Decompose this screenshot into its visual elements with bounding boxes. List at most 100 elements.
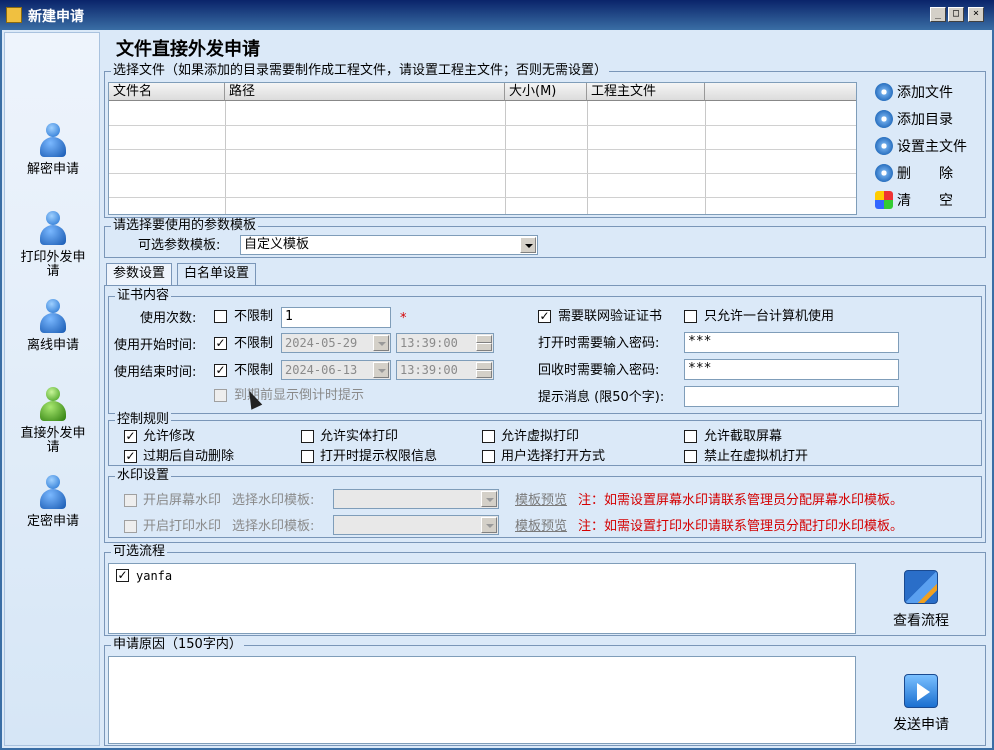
- block-vm-label: 禁止在虚拟机打开: [704, 449, 809, 464]
- print-select-label: 选择水印模板:: [232, 519, 315, 534]
- allow-screenshot-label: 允许截取屏幕: [704, 429, 783, 444]
- watermark-legend: 水印设置: [115, 468, 172, 484]
- print-watermark-note: 注：如需设置打印水印请联系管理员分配打印水印模板。: [578, 519, 904, 534]
- pen-icon: [904, 570, 938, 604]
- screen-watermark-select[interactable]: [333, 489, 499, 509]
- title-bar: 新建申请 _ □ ×: [0, 0, 994, 30]
- col-project-main[interactable]: 工程主文件: [587, 83, 705, 101]
- screen-preview-link[interactable]: 模板预览: [515, 493, 567, 509]
- add-file-button[interactable]: 添加文件: [875, 83, 953, 103]
- disc-icon: [875, 164, 893, 182]
- maximize-button[interactable]: □: [948, 7, 964, 22]
- add-folder-button[interactable]: 添加目录: [875, 110, 953, 130]
- col-empty: [705, 83, 856, 101]
- nav-item-print-send[interactable]: 打印外发申请: [5, 211, 101, 279]
- tab-params[interactable]: 参数设置: [106, 263, 173, 285]
- template-select[interactable]: 自定义模板: [240, 235, 538, 255]
- nav-item-offline[interactable]: 离线申请: [5, 299, 101, 353]
- user-icon: [39, 299, 67, 335]
- send-request-button[interactable]: 发送申请: [880, 674, 962, 734]
- nav-item-decrypt[interactable]: 解密申请: [5, 123, 101, 177]
- allow-print-label: 允许实体打印: [320, 429, 399, 444]
- app-icon: [6, 7, 22, 23]
- template-legend: 请选择要使用的参数模板: [111, 218, 259, 234]
- col-size[interactable]: 大小(M): [505, 83, 587, 101]
- hint-input[interactable]: [684, 386, 899, 407]
- chevron-down-icon[interactable]: [520, 237, 536, 253]
- chevron-down-icon[interactable]: [373, 362, 389, 378]
- nav-item-classify[interactable]: 定密申请: [5, 475, 101, 529]
- hint-label: 提示消息 (限50个字):: [538, 390, 665, 405]
- files-legend: 选择文件（如果添加的目录需要制作成工程文件，请设置工程主文件；否则无需设置）: [111, 63, 610, 79]
- one-pc-label: 只允许一台计算机使用: [704, 309, 835, 324]
- allow-screenshot-checkbox[interactable]: [684, 430, 697, 443]
- show-permission-checkbox[interactable]: [301, 450, 314, 463]
- col-filename[interactable]: 文件名: [109, 83, 225, 101]
- net-verify-checkbox[interactable]: ✓: [538, 310, 551, 323]
- countdown-checkbox[interactable]: [214, 389, 227, 402]
- allow-edit-checkbox[interactable]: ✓: [124, 430, 137, 443]
- nav-label: 定密申请: [26, 514, 79, 529]
- unlimited-label: 不限制: [234, 336, 274, 351]
- screen-watermark-checkbox[interactable]: [124, 494, 137, 507]
- allow-print-checkbox[interactable]: [301, 430, 314, 443]
- close-button[interactable]: ×: [968, 7, 984, 22]
- auto-delete-checkbox[interactable]: ✓: [124, 450, 137, 463]
- print-watermark-select[interactable]: [333, 515, 499, 535]
- spinner-icon[interactable]: [476, 335, 492, 351]
- minimize-button[interactable]: _: [930, 7, 946, 22]
- net-verify-label: 需要联网验证证书: [558, 309, 663, 324]
- screen-watermark-note: 注：如需设置屏幕水印请联系管理员分配屏幕水印模板。: [578, 493, 904, 508]
- nav-item-direct-send[interactable]: 直接外发申请: [5, 387, 101, 455]
- delete-button[interactable]: 删 除: [875, 164, 953, 184]
- flow-item-checkbox[interactable]: ✓: [116, 569, 129, 582]
- flow-legend: 可选流程: [111, 544, 168, 560]
- cert-legend: 证书内容: [115, 288, 172, 304]
- block-vm-checkbox[interactable]: [684, 450, 697, 463]
- screen-select-label: 选择水印模板:: [232, 493, 315, 508]
- recycle-password-input[interactable]: ***: [684, 359, 899, 380]
- spinner-icon[interactable]: [476, 362, 492, 378]
- template-label: 可选参数模板:: [138, 238, 221, 253]
- allow-edit-label: 允许修改: [143, 429, 196, 444]
- set-main-file-button[interactable]: 设置主文件: [875, 137, 967, 157]
- chevron-down-icon[interactable]: [481, 517, 497, 533]
- auto-delete-label: 过期后自动删除: [143, 449, 235, 464]
- col-path[interactable]: 路径: [225, 83, 505, 101]
- chevron-down-icon[interactable]: [481, 491, 497, 507]
- start-unlimited-checkbox[interactable]: ✓: [214, 337, 227, 350]
- use-count-input[interactable]: 1: [281, 307, 391, 328]
- one-pc-checkbox[interactable]: [684, 310, 697, 323]
- disc-icon: [875, 83, 893, 101]
- nav-label: 直接外发申请: [20, 426, 86, 455]
- file-table[interactable]: 文件名 路径 大小(M) 工程主文件: [108, 82, 857, 215]
- use-count-label: 使用次数:: [140, 311, 197, 326]
- user-icon: [39, 475, 67, 511]
- print-watermark-checkbox[interactable]: [124, 520, 137, 533]
- print-preview-link[interactable]: 模板预览: [515, 519, 567, 535]
- view-flow-button[interactable]: 查看流程: [880, 570, 962, 630]
- show-permission-label: 打开时提示权限信息: [320, 449, 438, 464]
- unlimited-label: 不限制: [234, 309, 274, 324]
- use-count-unlimited-checkbox[interactable]: [214, 310, 227, 323]
- clear-button[interactable]: 清 空: [875, 191, 953, 211]
- start-date-picker[interactable]: 2024-05-29: [281, 333, 391, 353]
- open-password-input[interactable]: ***: [684, 332, 899, 353]
- open-pwd-label: 打开时需要输入密码:: [538, 336, 660, 351]
- allow-virtual-print-checkbox[interactable]: [482, 430, 495, 443]
- end-time-spinner[interactable]: 13:39:00: [396, 360, 494, 380]
- tab-whitelist[interactable]: 白名单设置: [177, 263, 257, 285]
- page-title: 文件直接外发申请: [116, 39, 260, 60]
- reason-legend: 申请原因（150字内）: [111, 637, 244, 653]
- disc-icon: [875, 110, 893, 128]
- chevron-down-icon[interactable]: [373, 335, 389, 351]
- flow-list[interactable]: ✓ yanfa: [108, 563, 856, 634]
- end-unlimited-checkbox[interactable]: ✓: [214, 364, 227, 377]
- reason-textarea[interactable]: [108, 656, 856, 744]
- user-open-mode-checkbox[interactable]: [482, 450, 495, 463]
- start-time-spinner[interactable]: 13:39:00: [396, 333, 494, 353]
- user-open-mode-label: 用户选择打开方式: [501, 449, 606, 464]
- end-date-picker[interactable]: 2024-06-13: [281, 360, 391, 380]
- end-time-label: 使用结束时间:: [114, 365, 197, 380]
- user-icon: [39, 123, 67, 159]
